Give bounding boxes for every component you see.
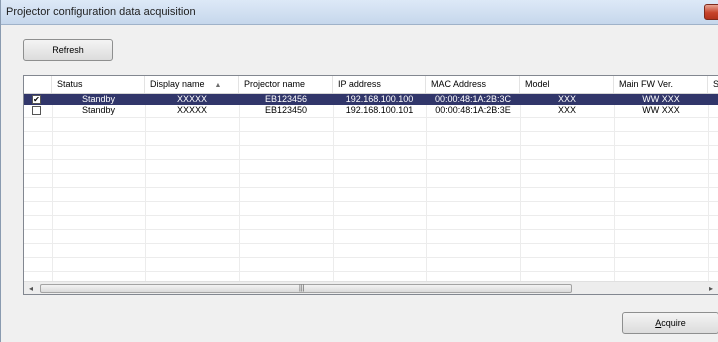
grid-line — [24, 145, 718, 146]
grid-line — [24, 159, 718, 160]
checkbox-icon[interactable]: ✔ — [32, 95, 41, 104]
cell-main-fw: WW XXX — [642, 105, 680, 115]
column-header-mac-address[interactable]: MAC Address — [426, 76, 520, 93]
grid-line — [24, 215, 718, 216]
column-header: Status Display name ▲ Projector name IP a… — [24, 76, 718, 94]
checkbox-icon[interactable] — [32, 106, 41, 115]
cell-ip-address: 192.168.100.101 — [345, 105, 414, 115]
acquire-label: cquire — [661, 318, 686, 328]
grid-line — [24, 187, 718, 188]
column-header-display-name[interactable]: Display name ▲ — [145, 76, 239, 93]
grid-line — [708, 94, 709, 282]
cell-ip-address: 192.168.100.100 — [345, 94, 414, 104]
horizontal-scrollbar[interactable]: ◂ ||| ▸ — [24, 281, 718, 294]
column-header-status[interactable]: Status — [52, 76, 145, 93]
grid-line — [145, 94, 146, 282]
refresh-label: efresh — [58, 45, 84, 55]
column-header-projector-name[interactable]: Projector name — [239, 76, 333, 93]
cell-display-name: XXXXX — [176, 105, 207, 115]
cell-model: XXX — [557, 105, 576, 115]
cell-model: XXX — [557, 94, 576, 104]
column-header-display-name-label: Display name — [150, 79, 205, 89]
cell-mac-address: 00:00:48:1A:2B:3C — [434, 94, 512, 104]
grid-line — [24, 201, 718, 202]
column-header-check[interactable] — [24, 76, 52, 93]
grid-line — [24, 131, 718, 132]
table-row[interactable]: Standby XXXXX EB123450 192.168.100.101 0… — [24, 105, 718, 116]
grip-icon: ||| — [299, 285, 305, 292]
sort-ascending-icon: ▲ — [214, 82, 222, 89]
scroll-right-icon[interactable]: ▸ — [704, 282, 718, 294]
grid-line — [333, 94, 334, 282]
grid-line — [426, 94, 427, 282]
column-header-main-fw[interactable]: Main FW Ver. — [614, 76, 708, 93]
cell-main-fw: WW XXX — [642, 94, 680, 104]
projector-list[interactable]: Status Display name ▲ Projector name IP a… — [23, 75, 718, 295]
close-button[interactable] — [704, 4, 718, 20]
table-row[interactable]: ✔ Standby XXXXX EB123456 192.168.100.100… — [24, 94, 718, 105]
column-header-partial[interactable]: Se — [708, 76, 718, 93]
grid-line — [24, 117, 718, 118]
grid-line — [24, 173, 718, 174]
grid-line — [24, 271, 718, 272]
grid-line — [24, 229, 718, 230]
cell-status: Standby — [81, 105, 116, 115]
grid-line — [239, 94, 240, 282]
grid-line — [614, 94, 615, 282]
cell-projector-name: EB123450 — [264, 105, 308, 115]
cell-status: Standby — [81, 94, 116, 104]
window-title: Projector configuration data acquisition — [6, 6, 196, 18]
cell-mac-address: 00:00:48:1A:2B:3E — [435, 105, 511, 115]
column-header-ip-address[interactable]: IP address — [333, 76, 426, 93]
grid-line — [52, 94, 53, 282]
cell-display-name: XXXXX — [176, 94, 207, 104]
scroll-thumb[interactable]: ||| — [40, 284, 572, 293]
column-header-model[interactable]: Model — [520, 76, 614, 93]
refresh-button[interactable]: Refresh — [23, 39, 113, 61]
title-bar[interactable]: Projector configuration data acquisition — [1, 0, 718, 25]
acquire-button[interactable]: Acquire — [622, 312, 718, 334]
grid-line — [24, 243, 718, 244]
cell-projector-name: EB123456 — [264, 94, 308, 104]
grid-line — [24, 257, 718, 258]
dialog-window: Projector configuration data acquisition… — [0, 0, 718, 342]
grid-line — [520, 94, 521, 282]
scroll-left-icon[interactable]: ◂ — [24, 282, 38, 294]
